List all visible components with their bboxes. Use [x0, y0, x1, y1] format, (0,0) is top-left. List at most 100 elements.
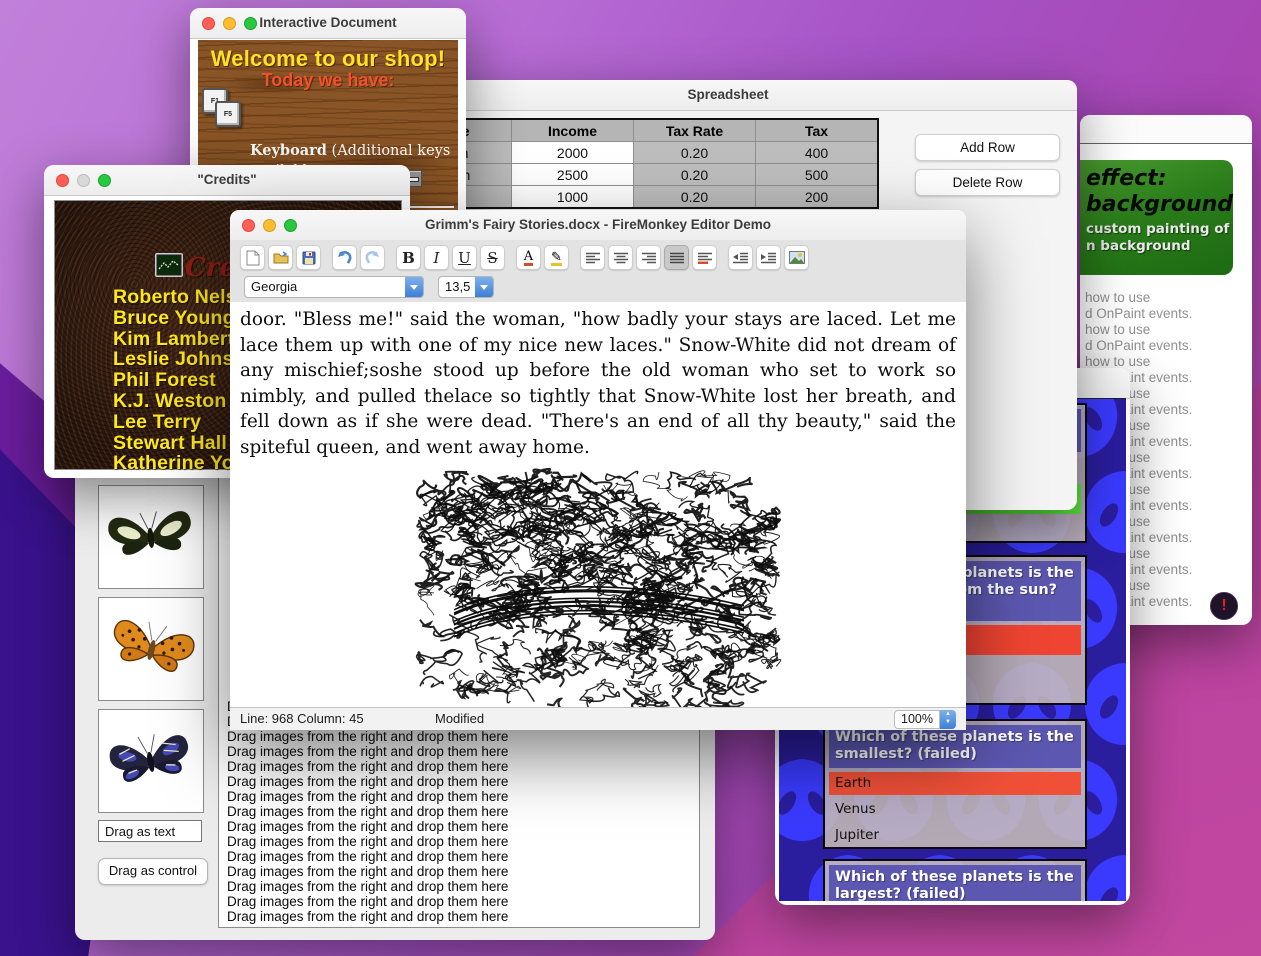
onpaint-text-line: how to use — [1085, 322, 1261, 338]
orange-spotted-butterfly — [105, 610, 197, 688]
list-item[interactable]: Drag images from the right and drop them… — [227, 894, 695, 909]
paragraph-color-icon — [698, 252, 712, 264]
butterfly-image-3[interactable] — [98, 709, 204, 813]
table-cell: 0.20 — [634, 186, 756, 209]
butterfly-image-1[interactable] — [98, 485, 204, 589]
chevron-down-icon[interactable] — [475, 277, 493, 297]
insert-image-icon — [789, 251, 805, 264]
outdent-icon — [733, 252, 748, 264]
editor-status-bar: Line: 968 Column: 45 Modified 100% ▲▼ — [230, 707, 966, 730]
list-item[interactable]: Drag images from the right and drop them… — [227, 804, 695, 819]
list-item[interactable]: Drag images from the right and drop them… — [227, 759, 695, 774]
titlebar[interactable] — [1080, 115, 1252, 144]
list-item[interactable]: Drag images from the right and drop them… — [227, 834, 695, 849]
table-cell: 500 — [756, 164, 879, 186]
keyboard-keys-icon[interactable]: F1 F5 — [202, 88, 246, 132]
woodcut-illustration — [414, 466, 782, 708]
column-header: Tax — [756, 119, 879, 142]
window-title: Interactive Document — [190, 8, 466, 38]
banner-text: effect: — [1086, 166, 1233, 192]
butterfly-image-2[interactable] — [98, 597, 204, 701]
table-cell[interactable]: 2000 — [512, 142, 634, 164]
indent-button[interactable] — [756, 245, 781, 270]
list-item[interactable]: Drag images from the right and drop them… — [227, 849, 695, 864]
quiz-card: Which of these planets is the largest? (… — [823, 859, 1087, 901]
document-text: door. "Bless me!" said the woman, "how b… — [240, 307, 956, 460]
underline-icon: U — [458, 249, 471, 267]
align-justify-button[interactable] — [664, 245, 689, 270]
drag-as-text-field[interactable]: Drag as text — [98, 820, 202, 842]
editor-toolbar: BIUS A ✎ Georgia 13,5 — [230, 240, 966, 303]
banner-subtext: n background — [1086, 238, 1233, 255]
underline-button[interactable]: U — [452, 245, 477, 270]
error-badge[interactable]: ! — [1210, 592, 1238, 620]
zoom-level[interactable]: 100% — [894, 710, 940, 729]
zoom-stepper[interactable]: ▲▼ — [940, 710, 956, 729]
table-cell: 0.20 — [634, 164, 756, 186]
open-folder-button[interactable] — [268, 245, 293, 270]
save-icon — [302, 251, 316, 265]
effect-banner: effect: background custom painting of n … — [1080, 160, 1233, 275]
answer-option[interactable]: Jupiter — [829, 824, 1081, 847]
answer-option[interactable]: Earth — [829, 772, 1081, 795]
line-column-indicator: Line: 968 Column: 45 — [240, 711, 364, 726]
window-editor: Grimm's Fairy Stories.docx - FireMonkey … — [230, 210, 966, 730]
table-cell[interactable]: 2500 — [512, 164, 634, 186]
welcome-heading: Welcome to our shop! — [198, 46, 458, 72]
drag-as-control-button[interactable]: Drag as control — [98, 858, 208, 885]
list-item[interactable]: Drag images from the right and drop them… — [227, 789, 695, 804]
redo-icon — [365, 251, 380, 264]
font-size-select[interactable]: 13,5 — [438, 276, 494, 298]
align-left-icon — [586, 252, 600, 264]
font-family-select[interactable]: Georgia — [244, 276, 424, 298]
new-document-icon — [246, 250, 260, 266]
f5-keycap: F5 — [215, 101, 241, 127]
black-cream-butterfly — [105, 498, 197, 576]
align-left-button[interactable] — [580, 245, 605, 270]
highlight-button[interactable]: ✎ — [544, 245, 569, 270]
list-item[interactable]: Drag images from the right and drop them… — [227, 774, 695, 789]
bold-icon: B — [402, 249, 415, 267]
delete-row-button[interactable]: Delete Row — [915, 169, 1060, 196]
list-item[interactable]: Drag images from the right and drop them… — [227, 819, 695, 834]
strikethrough-icon: S — [487, 249, 497, 267]
paragraph-color-button[interactable] — [692, 245, 717, 270]
window-title: "Credits" — [44, 165, 410, 195]
font-color-button[interactable]: A — [516, 245, 541, 270]
insert-image-button[interactable] — [784, 245, 809, 270]
redo-button[interactable] — [360, 245, 385, 270]
modified-indicator: Modified — [435, 711, 484, 726]
save-button[interactable] — [296, 245, 321, 270]
list-item[interactable]: Drag images from the right and drop them… — [227, 864, 695, 879]
align-center-icon — [614, 252, 628, 264]
undo-icon — [337, 251, 352, 264]
chart-icon — [155, 253, 183, 277]
answer-option[interactable]: Venus — [829, 798, 1081, 821]
undo-button[interactable] — [332, 245, 357, 270]
strikethrough-button[interactable]: S — [480, 245, 505, 270]
chevron-down-icon[interactable] — [405, 277, 423, 297]
list-item[interactable]: Drag images from the right and drop them… — [227, 909, 695, 924]
align-right-button[interactable] — [636, 245, 661, 270]
new-document-button[interactable] — [240, 245, 265, 270]
banner-subtext: custom painting of — [1086, 221, 1233, 238]
quiz-question: Which of these planets is the smallest? … — [829, 725, 1081, 768]
onpaint-text-line: d OnPaint events. — [1085, 306, 1261, 322]
table-cell: 400 — [756, 142, 879, 164]
quiz-question: Which of these planets is the largest? (… — [829, 865, 1081, 901]
table-cell: 200 — [756, 186, 879, 209]
window-title: Grimm's Fairy Stories.docx - FireMonkey … — [230, 210, 966, 240]
add-row-button[interactable]: Add Row — [915, 134, 1060, 161]
list-item[interactable]: Drag images from the right and drop them… — [227, 744, 695, 759]
quiz-card: Which of these planets is the smallest? … — [823, 719, 1087, 849]
font-color-icon: A — [524, 250, 533, 266]
list-item[interactable]: Drag images from the right and drop them… — [227, 729, 695, 744]
bold-button[interactable]: B — [396, 245, 421, 270]
align-center-button[interactable] — [608, 245, 633, 270]
outdent-button[interactable] — [728, 245, 753, 270]
table-cell[interactable]: 1000 — [512, 186, 634, 209]
list-item[interactable]: Drag images from the right and drop them… — [227, 879, 695, 894]
editor-document[interactable]: door. "Bless me!" said the woman, "how b… — [230, 302, 966, 708]
onpaint-text-line: how to use — [1085, 290, 1261, 306]
italic-button[interactable]: I — [424, 245, 449, 270]
